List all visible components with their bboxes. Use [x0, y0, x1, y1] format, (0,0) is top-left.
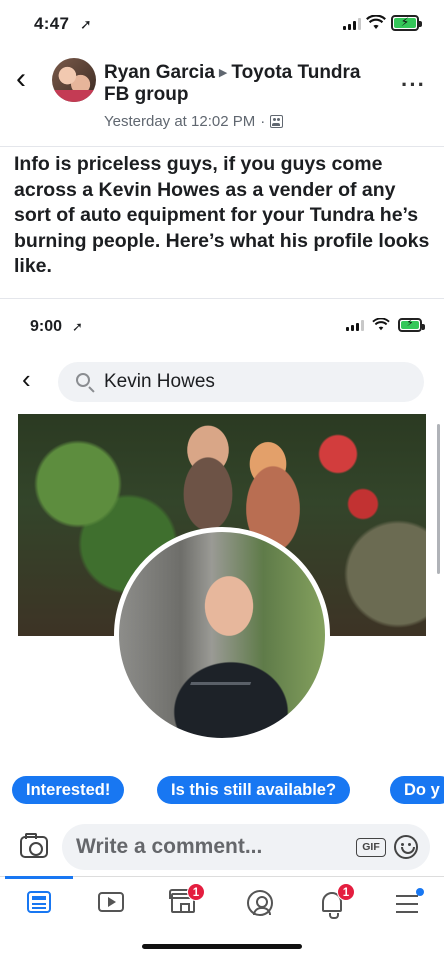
embedded-wifi-icon — [372, 318, 390, 331]
comment-placeholder: Write a comment... — [76, 835, 263, 858]
arrow-right-icon: ▶ — [218, 67, 228, 79]
more-options-button[interactable]: ··· — [401, 72, 426, 98]
quick-reply-chip[interactable]: Do y — [390, 776, 444, 804]
profile-icon — [247, 890, 273, 916]
location-icon: ➚ — [80, 16, 92, 32]
divider — [0, 298, 444, 299]
group-privacy-icon — [270, 115, 284, 128]
notification-badge: 1 — [337, 883, 355, 901]
embedded-back-icon: ‹ — [22, 364, 31, 394]
gif-button[interactable]: GIF — [356, 838, 386, 857]
divider — [0, 146, 444, 147]
tab-news-feed[interactable] — [5, 876, 73, 923]
wifi-icon — [366, 15, 386, 29]
new-dot-indicator — [416, 888, 424, 896]
news-feed-icon — [27, 891, 51, 913]
post-body: Info is priceless guys, if you guys come… — [14, 153, 430, 277]
embedded-battery-icon: ⚡ — [398, 318, 425, 332]
embedded-search-bar: Kevin Howes — [58, 362, 424, 402]
meta-separator: · — [260, 113, 266, 130]
emoji-icon[interactable] — [394, 835, 418, 859]
tab-bar: 1 1 — [0, 876, 444, 930]
profile-photo — [114, 527, 330, 743]
comment-input[interactable]: Write a comment... GIF — [62, 824, 430, 870]
signal-icon — [343, 18, 361, 30]
author-avatar[interactable] — [52, 58, 96, 102]
comment-composer: Write a comment... GIF — [0, 818, 444, 876]
author-name[interactable]: Ryan Garcia — [104, 62, 215, 83]
camera-icon[interactable] — [20, 833, 48, 858]
tab-watch[interactable] — [90, 887, 130, 923]
menu-icon — [396, 895, 418, 897]
post-timestamp[interactable]: Yesterday at 12:02 PM — [104, 113, 255, 130]
embedded-search-value: Kevin Howes — [104, 371, 215, 392]
embedded-status-time: 9:00 — [30, 318, 63, 335]
embedded-scrollbar — [437, 424, 440, 574]
battery-icon: ⚡ — [391, 15, 422, 31]
tab-menu[interactable] — [386, 887, 426, 923]
home-indicator[interactable] — [142, 944, 302, 949]
back-button[interactable]: ‹ — [16, 64, 38, 96]
search-icon — [76, 373, 90, 387]
status-time: 4:47 — [34, 14, 70, 33]
quick-reply-chip[interactable]: Interested! — [12, 776, 125, 804]
status-bar: 4:47 ➚ ⚡ — [0, 0, 444, 48]
watch-icon — [98, 892, 124, 912]
quick-reply-chip[interactable]: Is this still available? — [157, 776, 351, 804]
tab-notifications[interactable]: 1 — [313, 883, 355, 923]
post-image[interactable]: 9:00 ➚ ⚡ ‹ Kevin Howes — [0, 300, 444, 760]
embedded-location-icon: ➚ — [72, 319, 83, 334]
tab-profile[interactable] — [239, 887, 279, 923]
embedded-signal-icon — [346, 320, 364, 331]
notification-badge: 1 — [187, 883, 205, 901]
tab-marketplace[interactable]: 1 — [163, 883, 205, 923]
post-meta: Yesterday at 12:02 PM · — [104, 113, 284, 130]
post-author-line[interactable]: Ryan Garcia ▶ Toyota Tundra FB group — [104, 62, 374, 106]
